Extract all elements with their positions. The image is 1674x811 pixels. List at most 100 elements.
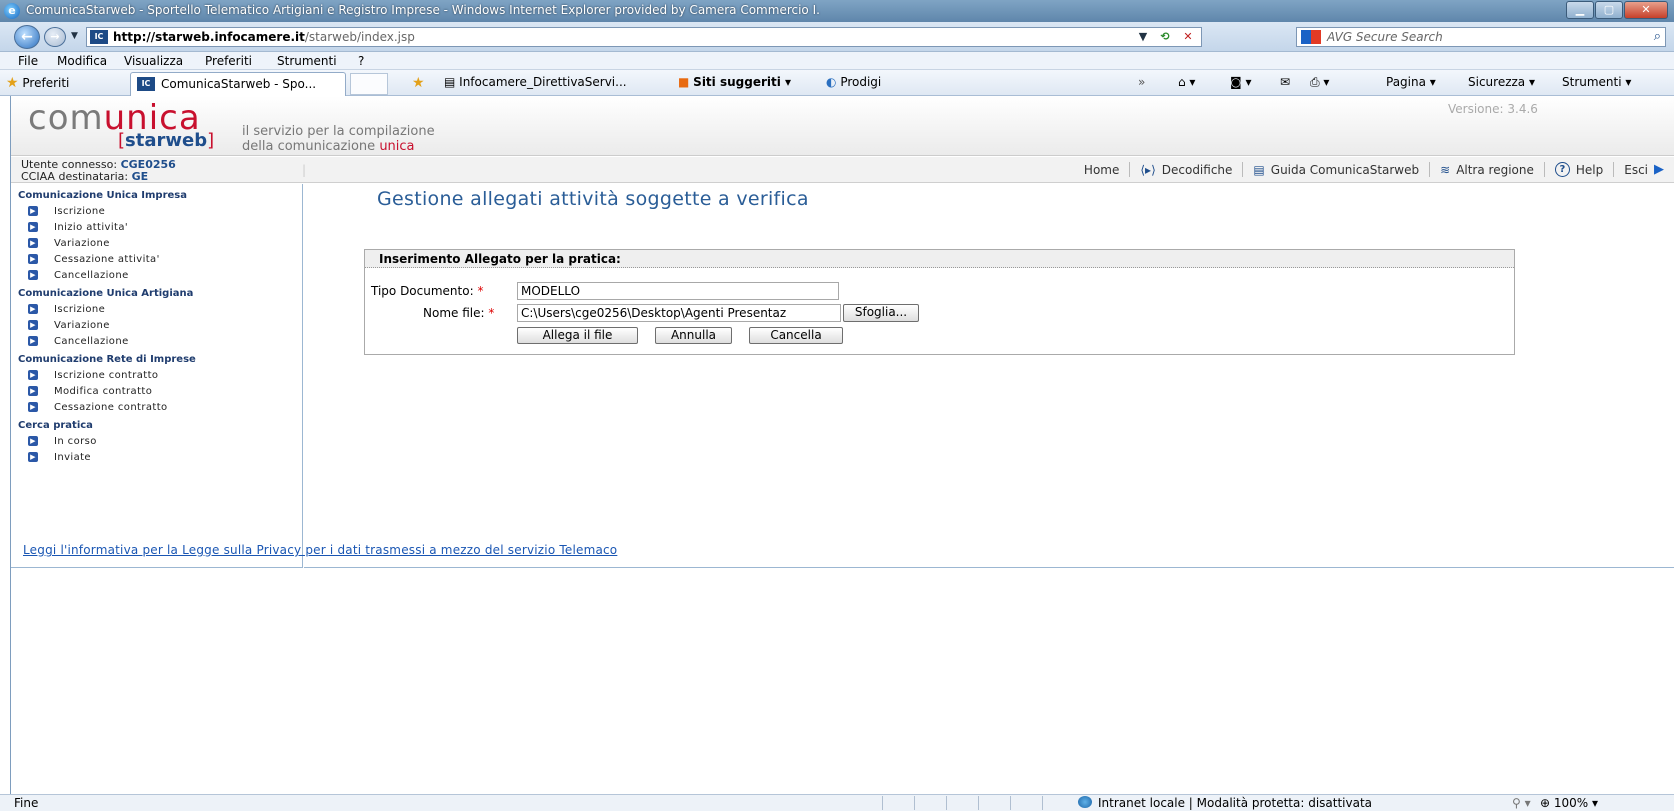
menu-sicurezza[interactable]: Sicurezza ▾	[1468, 75, 1535, 89]
zoom-icon: ⊕	[1540, 796, 1551, 810]
protected-mode-icon[interactable]: ⚲ ▾	[1512, 796, 1531, 810]
security-zone-label: Intranet locale | Modalità protetta: dis…	[1098, 796, 1373, 810]
menu-strumenti-cmd[interactable]: Strumenti ▾	[1562, 75, 1631, 89]
sidebar-item-impresa-cancellazione[interactable]: ▶ Cancellazione	[28, 270, 129, 281]
maximize-icon[interactable]: ▢	[1595, 1, 1623, 19]
arrow-bullet-icon: ▶	[28, 452, 38, 462]
window-titlebar: e ComunicaStarweb - Sportello Telematico…	[0, 0, 1674, 22]
favorites-button[interactable]: ★ Preferiti	[6, 75, 69, 91]
menu-strumenti[interactable]: Strumenti	[277, 54, 337, 68]
fav-item-label: Infocamere_DirettivaServi...	[459, 75, 627, 89]
sidebar-item-artigiana-cancellazione[interactable]: ▶ Cancellazione	[28, 336, 129, 347]
divider	[1010, 796, 1011, 810]
sidebar-item-label: Cessazione contratto	[54, 402, 168, 413]
nav-decodifiche[interactable]: ⟨▸⟩ Decodifiche	[1129, 162, 1242, 177]
cancel-button[interactable]: Annulla	[655, 327, 732, 344]
delete-button[interactable]: Cancella	[749, 327, 843, 344]
feeds-icon[interactable]: ◙ ▾	[1230, 75, 1251, 89]
sidebar-section-impresa: Comunicazione Unica Impresa	[18, 190, 188, 201]
divider	[946, 796, 947, 810]
arrow-bullet-icon: ▶	[28, 386, 38, 396]
forward-button[interactable]: →	[44, 27, 66, 47]
sidebar-item-impresa-cessazione[interactable]: ▶ Cessazione attivita'	[28, 254, 160, 265]
tipo-documento-field[interactable]: MODELLO	[517, 282, 839, 300]
divider	[1042, 796, 1043, 810]
arrow-bullet-icon: ▶	[28, 304, 38, 314]
menu-visualizza[interactable]: Visualizza	[124, 54, 183, 68]
nome-file-field[interactable]: C:\Users\cge0256\Desktop\Agenti Presenta…	[517, 304, 841, 322]
arrow-bullet-icon: ▶	[28, 320, 38, 330]
sidebar-item-impresa-variazione[interactable]: ▶ Variazione	[28, 238, 110, 249]
stop-icon[interactable]: ✕	[1178, 29, 1198, 45]
menu-help[interactable]: ?	[358, 54, 364, 68]
nav-esci[interactable]: Esci ▶	[1613, 162, 1674, 177]
arrow-bullet-icon: ▶	[28, 370, 38, 380]
sidebar-item-rete-cessazione[interactable]: ▶ Cessazione contratto	[28, 402, 168, 413]
sidebar-item-impresa-inizio[interactable]: ▶ Inizio attivita'	[28, 222, 128, 233]
address-dropdown-icon[interactable]: ▼	[1133, 29, 1153, 45]
nav-home[interactable]: Home	[1074, 162, 1129, 177]
mail-icon[interactable]: ✉	[1280, 75, 1290, 89]
search-placeholder: AVG Secure Search	[1327, 30, 1443, 44]
browse-button[interactable]: Sfoglia...	[843, 304, 919, 322]
nav-altra-regione[interactable]: ≋ Altra regione	[1429, 162, 1544, 177]
nav-guida[interactable]: ▤ Guida ComunicaStarweb	[1242, 162, 1429, 177]
add-favorite-icon[interactable]: ★	[412, 75, 425, 91]
menu-bar: File Modifica Visualizza Preferiti Strum…	[0, 52, 1674, 70]
page-content: comunica [starweb] il servizio per la co…	[10, 96, 1674, 794]
sidebar-item-label: In corso	[54, 436, 97, 447]
zoom-control[interactable]: ⊕ 100% ▾	[1540, 796, 1598, 810]
sidebar: Comunicazione Unica Impresa ▶ Iscrizione …	[10, 184, 303, 568]
sidebar-item-rete-modifica[interactable]: ▶ Modifica contratto	[28, 386, 152, 397]
chevron-more-icon[interactable]: »	[1138, 75, 1145, 89]
decodifiche-icon: ⟨▸⟩	[1140, 162, 1156, 177]
nav-esci-label: Esci	[1624, 162, 1648, 177]
brand-header: comunica [starweb] il servizio per la co…	[10, 96, 1674, 156]
favorites-label: Preferiti	[22, 76, 70, 90]
arrow-bullet-icon: ▶	[28, 222, 38, 232]
minimize-icon[interactable]: ▁	[1566, 1, 1594, 19]
history-dropdown-icon[interactable]: ▼	[71, 31, 78, 41]
security-zone[interactable]: Intranet locale | Modalità protetta: dis…	[1078, 796, 1372, 810]
menu-modifica[interactable]: Modifica	[57, 54, 107, 68]
refresh-icon[interactable]: ⟲	[1155, 29, 1175, 45]
arrow-bullet-icon: ▶	[28, 402, 38, 412]
cciaa-label: CCIAA destinataria:	[21, 170, 132, 183]
sidebar-item-label: Variazione	[54, 320, 110, 331]
attachment-form: Inserimento Allegato per la pratica: Tip…	[364, 249, 1515, 355]
nome-file-label: Nome file: *	[423, 306, 495, 320]
sidebar-item-impresa-iscrizione[interactable]: ▶ Iscrizione	[28, 206, 105, 217]
sidebar-item-artigiana-iscrizione[interactable]: ▶ Iscrizione	[28, 304, 105, 315]
arrow-bullet-icon: ▶	[28, 436, 38, 446]
privacy-link[interactable]: Leggi l'informativa per la Legge sulla P…	[23, 543, 617, 557]
arrow-bullet-icon: ▶	[28, 336, 38, 346]
new-tab-button[interactable]	[350, 73, 388, 95]
fav-item-infocamere[interactable]: ▤ Infocamere_DirettivaServi...	[444, 75, 627, 89]
menu-file[interactable]: File	[18, 54, 38, 68]
menu-pagina[interactable]: Pagina ▾	[1386, 75, 1436, 89]
tab-favicon-icon: IC	[137, 77, 155, 91]
browser-tab-active[interactable]: IC ComunicaStarweb - Spo...	[130, 72, 346, 96]
divider	[882, 796, 883, 810]
print-icon[interactable]: ⎙ ▾	[1310, 75, 1329, 90]
search-input[interactable]: AVG Secure Search ⌕	[1296, 27, 1666, 47]
sidebar-item-label: Cancellazione	[54, 336, 129, 347]
sidebar-item-artigiana-variazione[interactable]: ▶ Variazione	[28, 320, 110, 331]
sidebar-item-label: Iscrizione	[54, 304, 106, 315]
nav-help[interactable]: ? Help	[1543, 162, 1613, 177]
nav-help-label: Help	[1575, 162, 1604, 177]
search-icon[interactable]: ⌕	[1654, 28, 1661, 46]
home-icon[interactable]: ⌂ ▾	[1178, 75, 1195, 89]
menu-preferiti[interactable]: Preferiti	[205, 54, 252, 68]
sidebar-item-in-corso[interactable]: ▶ In corso	[28, 436, 97, 447]
sidebar-item-inviate[interactable]: ▶ Inviate	[28, 452, 91, 463]
address-bar[interactable]: IC http://starweb.infocamere.it/starweb/…	[86, 27, 1202, 47]
attach-file-button[interactable]: Allega il file	[517, 327, 638, 344]
fav-item-siti-suggeriti[interactable]: ■ Siti suggeriti ▾	[678, 75, 791, 89]
close-icon[interactable]: ✕	[1624, 1, 1668, 19]
sidebar-item-rete-iscrizione[interactable]: ▶ Iscrizione contratto	[28, 370, 158, 381]
fav-item-prodigi[interactable]: ◐ Prodigi	[826, 75, 881, 89]
sidebar-section-cerca: Cerca pratica	[18, 420, 93, 431]
back-button[interactable]: ←	[14, 25, 40, 49]
arrow-bullet-icon: ▶	[28, 270, 38, 280]
